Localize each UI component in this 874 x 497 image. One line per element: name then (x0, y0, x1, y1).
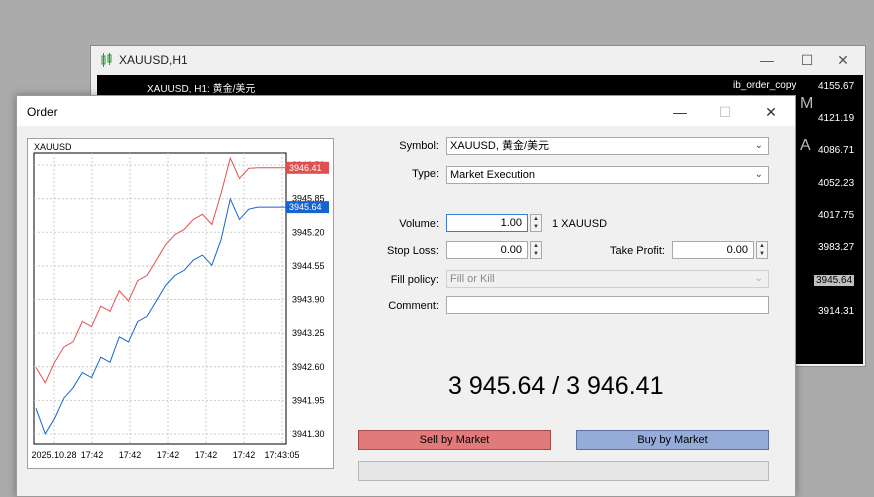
ask-price-tag: 3946.41 (289, 163, 322, 173)
tick-chart-symbol: XAUUSD (34, 142, 72, 152)
type-select[interactable]: Market Execution ⌄ (446, 166, 769, 184)
order-dialog: Order — ☐ ✕ 3946.503945.853945.203944.55… (16, 95, 796, 497)
stoploss-label: Stop Loss: (387, 245, 439, 257)
price-tick: 4086.71 (818, 145, 855, 156)
symbol-value: XAUUSD, 黄金/美元 (450, 140, 550, 152)
close-icon[interactable]: ✕ (833, 50, 853, 70)
fill-policy-value: Fill or Kill (450, 273, 495, 285)
price-tick: 3983.27 (818, 242, 855, 253)
fill-policy-select: Fill or Kill ⌄ (446, 270, 769, 288)
volume-hint: 1 XAUUSD (552, 218, 608, 230)
bid-price-tag: 3945.64 (289, 202, 322, 212)
order-dialog-titlebar[interactable]: Order — ☐ ✕ (17, 96, 795, 126)
volume-stepper[interactable]: ▲ ▼ (530, 214, 542, 232)
takeprofit-label: Take Profit: (609, 245, 665, 257)
takeprofit-input[interactable]: 0.00 (672, 241, 754, 259)
progress-bar (358, 461, 769, 481)
current-price-tag: 3945.64 (814, 275, 855, 286)
y-tick-label: 3944.55 (292, 261, 325, 271)
tick-chart-svg: 3946.503945.853945.203944.553943.903943.… (31, 142, 329, 460)
close-icon[interactable]: ✕ (760, 101, 782, 123)
chart-symbol-label: XAUUSD, H1: 黄金/美元 (147, 84, 256, 95)
minimize-icon[interactable]: — (757, 50, 777, 70)
x-tick-label: 17:42 (119, 450, 142, 460)
volume-input[interactable]: 1.00 (446, 214, 528, 232)
symbol-label: Symbol: (399, 140, 439, 152)
chevron-down-icon: ⌄ (754, 140, 763, 151)
price-tick: 3914.31 (818, 306, 855, 317)
y-tick-label: 3945.20 (292, 227, 325, 237)
chart-window-titlebar[interactable]: XAUUSD,H1 — ☐ ✕ (91, 46, 865, 74)
dialog-title: Order (27, 105, 58, 119)
x-tick-label: 2025.10.28 (31, 450, 76, 460)
fill-policy-label: Fill policy: (390, 274, 439, 286)
price-tick: 4017.75 (818, 210, 855, 221)
order-dialog-body: 3946.503945.853945.203944.553943.903943.… (17, 126, 795, 496)
y-tick-label: 3943.90 (292, 295, 325, 305)
x-tick-label: 17:43:05 (264, 450, 299, 460)
x-tick-label: 17:42 (81, 450, 104, 460)
price-tick: 4155.67 (818, 81, 855, 92)
y-tick-label: 3941.95 (292, 395, 325, 405)
tick-chart: 3946.503945.853945.203944.553943.903943.… (27, 138, 334, 469)
volume-label: Volume: (399, 218, 439, 230)
bid-ask-quote: 3 945.64 / 3 946.41 (448, 372, 664, 400)
price-tick: 4121.19 (818, 113, 855, 124)
overlay-letter-a: A (800, 137, 811, 154)
x-tick-label: 17:42 (195, 450, 218, 460)
minimize-icon[interactable]: — (669, 101, 691, 123)
chevron-down-icon: ⌄ (754, 273, 763, 284)
stoploss-stepper[interactable]: ▲ ▼ (530, 241, 542, 259)
type-label: Type: (412, 168, 439, 180)
comment-label: Comment: (388, 300, 439, 312)
maximize-icon[interactable]: ☐ (797, 50, 817, 70)
chevron-down-icon: ⌄ (754, 169, 763, 180)
overlay-letter-m: M (800, 95, 814, 112)
y-tick-label: 3942.60 (292, 362, 325, 372)
expert-advisor-label: ib_order_copy (733, 80, 797, 91)
buy-by-market-button[interactable]: Buy by Market (576, 430, 769, 450)
chart-window-title: XAUUSD,H1 (119, 53, 188, 67)
price-tick: 4052.23 (818, 178, 855, 189)
symbol-select[interactable]: XAUUSD, 黄金/美元 ⌄ (446, 137, 769, 155)
x-tick-label: 17:42 (233, 450, 256, 460)
maximize-icon: ☐ (718, 104, 732, 120)
candlestick-icon (101, 53, 112, 67)
type-value: Market Execution (450, 169, 535, 181)
takeprofit-stepper[interactable]: ▲ ▼ (756, 241, 768, 259)
comment-input[interactable] (446, 296, 769, 314)
stoploss-input[interactable]: 0.00 (446, 241, 528, 259)
y-tick-label: 3943.25 (292, 328, 325, 338)
y-tick-label: 3941.30 (292, 429, 325, 439)
x-tick-label: 17:42 (157, 450, 180, 460)
sell-by-market-button[interactable]: Sell by Market (358, 430, 551, 450)
